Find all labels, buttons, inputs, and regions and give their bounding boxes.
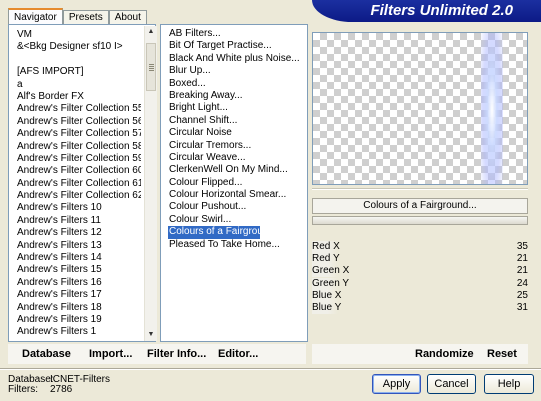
parameter-label: Green Y [312,277,350,290]
preview-effect-glow [481,33,503,184]
parameter-value: 24 [516,277,528,289]
filter-item[interactable]: Channel Shift... [169,115,307,127]
category-item[interactable]: Andrew's Filters 12 [17,227,141,239]
right-button-bar: Randomize Reset [312,344,528,364]
category-item[interactable]: Andrew's Filter Collection 61 [17,178,141,190]
parameter-row[interactable]: Red Y 21 [312,253,528,266]
category-item[interactable]: Andrew's Filters 19 [17,314,141,326]
category-item[interactable]: Andrew's Filters 1 [17,326,141,338]
category-item[interactable]: Andrew's Filters 10 [17,202,141,214]
filter-list[interactable]: AB Filters... Bit Of Target Practise... Bl… [160,24,308,342]
parameter-label: Red X [312,241,340,253]
filters-count-value: 2786 [50,384,73,395]
category-item[interactable]: Andrew's Filter Collection 58 [17,141,141,153]
preview-divider [312,188,528,190]
category-item[interactable]: Andrew's Filters 13 [17,240,141,252]
left-button-bar: Database Import... Filter Info... Editor… [8,344,306,364]
filters-count-label: Filters: [8,384,38,395]
scroll-down-arrow-icon[interactable]: ▼ [145,329,157,341]
category-item[interactable]: Alf's Border FX [17,91,141,103]
reset-button[interactable]: Reset [487,348,517,360]
filter-item[interactable]: Circular Weave... [169,152,307,164]
parameter-row[interactable]: Blue Y 31 [312,301,528,314]
import-button[interactable]: Import... [89,348,132,360]
parameter-label: Blue X [312,289,342,302]
randomize-button[interactable]: Randomize [415,348,474,360]
parameter-row[interactable]: Red X 35 [312,241,528,253]
database-info: Database:ICNET-Filters Filters: 2786 [8,375,110,395]
category-item[interactable]: a [17,79,141,91]
cancel-button[interactable]: Cancel [427,374,476,394]
parameter-value: 25 [516,289,528,301]
app-banner-title: Filters Unlimited 2.0 [312,0,541,22]
parameter-label: Green X [312,265,350,278]
filter-items: AB Filters... Bit Of Target Practise... Bl… [161,25,307,341]
category-item[interactable]: Andrew's Filters 17 [17,289,141,301]
category-scrollbar[interactable]: ▲ ▼ [144,26,157,341]
filter-info-button[interactable]: Filter Info... [147,348,206,360]
parameter-row[interactable]: Green Y 24 [312,277,528,290]
help-button[interactable]: Help [484,374,534,394]
category-items: VM &<Bkg Designer sf10 I> [AFS IMPORT] a Alf… [9,25,141,341]
category-item[interactable]: Andrew's Filter Collection 57 [17,128,141,140]
tab-about[interactable]: About [108,10,147,25]
parameter-value: 31 [516,301,528,313]
parameter-label: Red Y [312,253,340,266]
editor-button[interactable]: Editor... [218,348,258,360]
category-item[interactable]: Andrew's Filter Collection 59 [17,153,141,165]
category-item[interactable]: Andrew's Filters 18 [17,302,141,314]
category-item[interactable]: Andrew's Filters 15 [17,264,141,276]
filter-item[interactable]: Pleased To Take Home... [169,239,307,251]
filter-item-selected[interactable]: Colours of a Fairground... [168,226,282,239]
filter-item[interactable]: Colour Flipped... [169,177,307,189]
progress-bar [312,216,528,225]
apply-button[interactable]: Apply [372,374,421,394]
filter-item[interactable]: Breaking Away... [169,90,307,102]
filter-item[interactable]: ClerkenWell On My Mind... [169,164,307,176]
tab-presets[interactable]: Presets [62,10,109,25]
filter-item[interactable]: Colour Horizontal Smear... [169,189,307,201]
scrollbar-thumb[interactable] [146,43,156,91]
category-item[interactable] [17,54,141,66]
category-item[interactable]: Andrew's Filter Collection 55 [17,103,141,115]
filter-item[interactable]: Circular Noise [169,127,307,139]
parameter-label: Blue Y [312,301,342,314]
filter-item[interactable]: Black And White plus Noise... [169,53,307,65]
tab-strip: Navigator Presets About [8,8,147,25]
tab-navigator[interactable]: Navigator [8,8,63,25]
filter-item[interactable]: Colour Pushout... [169,201,307,213]
current-filter-name: Colours of a Fairground... [312,198,528,214]
category-item[interactable]: Andrew's Filter Collection 56 [17,116,141,128]
filter-item[interactable]: Boxed... [169,78,307,90]
category-list[interactable]: VM &<Bkg Designer sf10 I> [AFS IMPORT] a Alf… [8,24,157,342]
category-item[interactable]: Andrew's Filters 11 [17,215,141,227]
parameter-row[interactable]: Green X 21 [312,265,528,278]
category-item[interactable]: &<Bkg Designer sf10 I> [17,41,141,53]
parameter-value: 21 [516,265,528,277]
parameter-list: Red X 35 Red Y 21 Green X 21 Green Y 24 Blue X 25… [312,241,528,314]
filter-item[interactable]: Bit Of Target Practise... [169,40,307,52]
parameter-value: 21 [516,253,528,265]
parameter-row[interactable]: Blue X 25 [312,289,528,302]
category-item[interactable]: Andrew's Filter Collection 62 [17,190,141,202]
filter-item[interactable]: Circular Tremors... [169,140,307,152]
scroll-up-arrow-icon[interactable]: ▲ [145,26,157,38]
filter-item[interactable]: Bright Light... [169,102,307,114]
filter-item[interactable]: AB Filters... [169,28,307,40]
category-item[interactable]: [AFS IMPORT] [17,66,141,78]
database-button[interactable]: Database [22,348,71,360]
filter-item[interactable]: Blur Up... [169,65,307,77]
category-item[interactable]: Andrew's Filters 16 [17,277,141,289]
category-item[interactable]: Andrew's Filter Collection 60 [17,165,141,177]
parameter-value: 35 [516,241,528,252]
filter-item[interactable]: Colour Swirl... [169,214,307,226]
category-item[interactable]: Andrew's Filters 14 [17,252,141,264]
preview-canvas [312,32,528,185]
separator [0,368,541,370]
category-item[interactable]: VM [17,29,141,41]
